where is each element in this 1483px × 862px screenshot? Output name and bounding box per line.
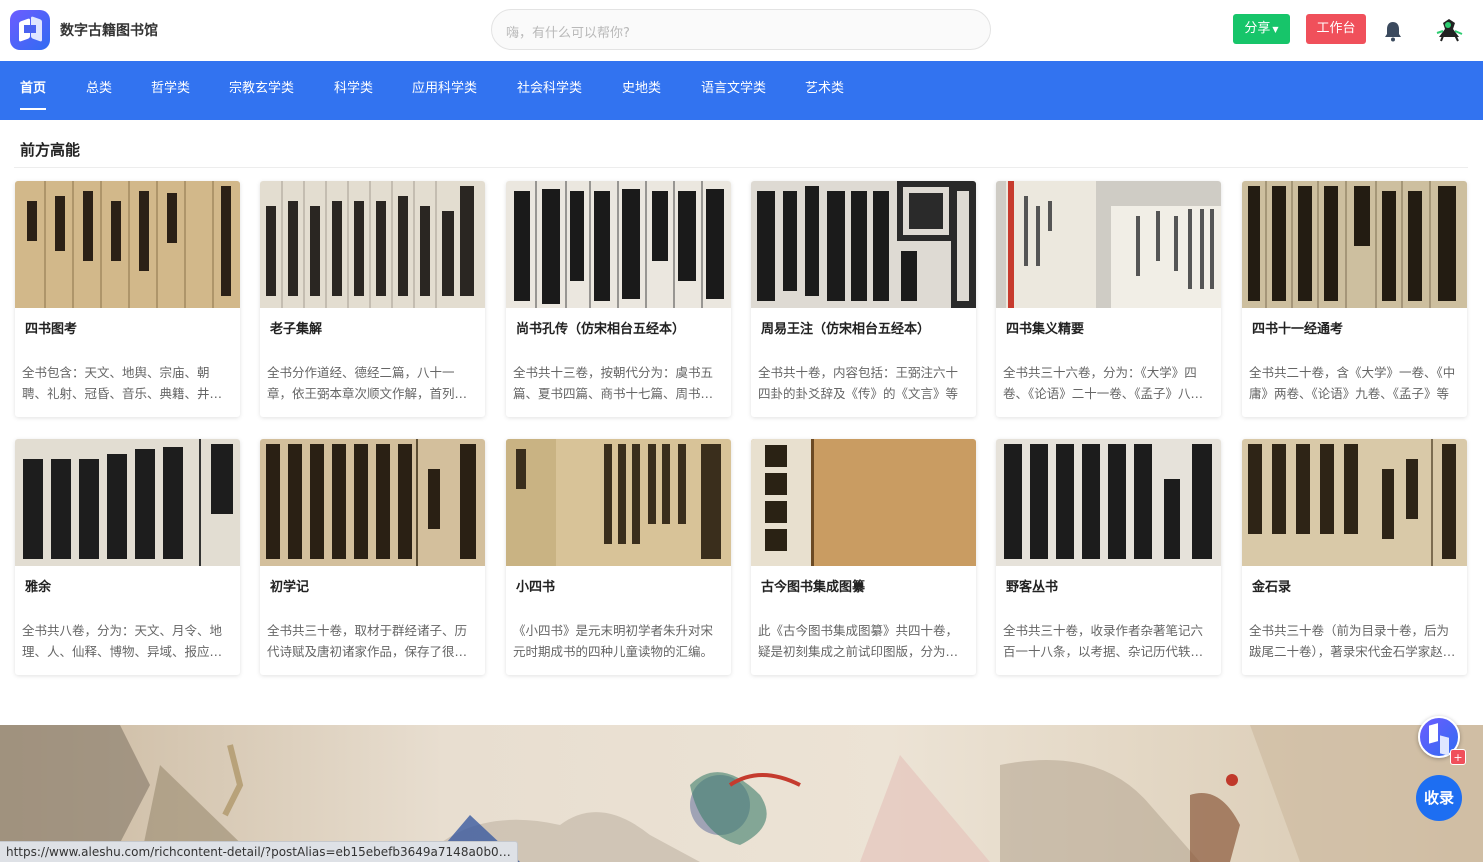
user-avatar[interactable] — [1431, 11, 1467, 47]
bell-icon[interactable] — [1383, 20, 1403, 42]
book-description: 此《古今图书集成图纂》共四十卷，疑是初刻集成之前试印图版，分为多部 — [758, 623, 959, 659]
caret-down-icon: ▼ — [1272, 25, 1279, 34]
book-title: 初学记 — [270, 580, 310, 595]
book-card[interactable]: 野客丛书 全书共三十卷，收录作者杂著笔记六百一十八条，以考据、杂记历代轶事为主 — [996, 439, 1221, 675]
book-description: 全书共三十卷（前为目录十卷，后为跋尾二十卷），著录宋代金石学家赵明诚所藏 — [1249, 623, 1456, 659]
book-title: 野客丛书 — [1006, 580, 1059, 595]
book-cover-image — [260, 439, 485, 566]
nav-item-philosophy[interactable]: 哲学类 — [151, 61, 190, 120]
book-cover-image — [260, 181, 485, 308]
site-logo-icon[interactable] — [10, 10, 50, 50]
book-card[interactable]: 尚书孔传（仿宋相台五经本） 全书共十三卷，按朝代分为：虞书五篇、夏书四篇、商书十… — [506, 181, 731, 417]
book-card[interactable]: 雅余 全书共八卷，分为：天文、月令、地理、人、仙释、博物、异域、报应等部 — [15, 439, 240, 675]
section-divider — [14, 167, 1468, 168]
book-title: 古今图书集成图纂 — [761, 580, 866, 595]
section-title: 前方高能 — [20, 141, 81, 159]
book-card[interactable]: 老子集解 全书分作道经、德经二篇，八十一章，依王弼本章次顺文作解，首列注释 — [260, 181, 485, 417]
site-brand-name[interactable]: 数字古籍图书馆 — [60, 20, 158, 40]
nav-item-social-science[interactable]: 社会科学类 — [517, 61, 582, 120]
book-description: 全书共八卷，分为：天文、月令、地理、人、仙释、博物、异域、报应等部 — [22, 623, 223, 659]
collect-button[interactable]: 收录 — [1416, 775, 1462, 821]
share-button-label: 分享 — [1244, 21, 1271, 36]
book-title: 周易王注（仿宋相台五经本） — [761, 322, 931, 337]
book-cover-image — [15, 181, 240, 308]
book-cover-image — [1242, 181, 1467, 308]
book-card[interactable]: 小四书 《小四书》是元末明初学者朱升对宋元时期成书的四种儿童读物的汇编。 — [506, 439, 731, 675]
plus-icon[interactable]: + — [1450, 749, 1466, 765]
nav-item-language-literature[interactable]: 语言文学类 — [701, 61, 766, 120]
book-title: 金石录 — [1252, 580, 1292, 595]
book-description: 全书包含：天文、地舆、宗庙、朝聘、礼射、冠昏、音乐、典籍、井田、官制等 — [22, 365, 210, 401]
book-cover-image — [751, 439, 976, 566]
book-card[interactable]: 初学记 全书共三十卷，取材于群经诸子、历代诗赋及唐初诸家作品，保存了很多古代典籍 — [260, 439, 485, 675]
book-card[interactable]: 金石录 全书共三十卷（前为目录十卷，后为跋尾二十卷），著录宋代金石学家赵明诚所藏 — [1242, 439, 1467, 675]
book-title: 老子集解 — [270, 322, 323, 337]
book-description: 全书共三十六卷，分为：《大学》四卷、《论语》二十一卷、《孟子》八卷等 — [1003, 365, 1204, 401]
nav-item-religion[interactable]: 宗教玄学类 — [229, 61, 294, 120]
book-cover-image — [751, 181, 976, 308]
nav-item-general[interactable]: 总类 — [86, 61, 112, 120]
book-title: 四书十一经通考 — [1252, 322, 1344, 337]
nav-item-applied-science[interactable]: 应用科学类 — [412, 61, 477, 120]
book-title: 四书图考 — [25, 322, 78, 337]
book-card[interactable]: 四书集义精要 全书共三十六卷，分为：《大学》四卷、《论语》二十一卷、《孟子》八卷… — [996, 181, 1221, 417]
top-header: 数字古籍图书馆 嗨，有什么可以帮你? 分享 ▼ 工作台 — [0, 0, 1483, 61]
book-description: 《小四书》是元末明初学者朱升对宋元时期成书的四种儿童读物的汇编。 — [513, 623, 714, 659]
book-cover-image — [506, 181, 731, 308]
book-card[interactable]: 周易王注（仿宋相台五经本） 全书共十卷，内容包括：王弼注六十四卦的卦爻辞及《传》… — [751, 181, 976, 417]
category-nav: 首页 总类 哲学类 宗教玄学类 科学类 应用科学类 社会科学类 史地类 语言文学… — [0, 61, 1483, 120]
nav-item-science[interactable]: 科学类 — [334, 61, 373, 120]
book-card[interactable]: 四书图考 全书包含：天文、地舆、宗庙、朝聘、礼射、冠昏、音乐、典籍、井田、官制等 — [15, 181, 240, 417]
book-title: 雅余 — [25, 580, 52, 595]
workbench-button[interactable]: 工作台 — [1306, 14, 1366, 44]
book-card[interactable]: 古今图书集成图纂 此《古今图书集成图纂》共四十卷，疑是初刻集成之前试印图版，分为… — [751, 439, 976, 675]
browser-status-url: https://www.aleshu.com/richcontent-detai… — [0, 841, 518, 862]
book-cover-image — [996, 181, 1221, 308]
book-cover-image — [996, 439, 1221, 566]
nav-item-history-geography[interactable]: 史地类 — [622, 61, 661, 120]
nav-item-home[interactable]: 首页 — [20, 61, 47, 120]
book-cover-image — [506, 439, 731, 566]
book-description: 全书分作道经、德经二篇，八十一章，依王弼本章次顺文作解，首列注释 — [267, 365, 468, 401]
book-description: 全书共十卷，内容包括：王弼注六十四卦的卦爻辞及《传》的《文言》等 — [758, 365, 959, 401]
book-cover-image — [15, 439, 240, 566]
share-button[interactable]: 分享 ▼ — [1233, 14, 1290, 44]
nav-item-art[interactable]: 艺术类 — [805, 61, 844, 120]
book-card[interactable]: 四书十一经通考 全书共二十卷，含《大学》一卷、《中庸》两卷、《论语》九卷、《孟子… — [1242, 181, 1467, 417]
book-title: 小四书 — [516, 580, 556, 595]
book-title: 尚书孔传（仿宋相台五经本） — [516, 322, 686, 337]
book-description: 全书共二十卷，含《大学》一卷、《中庸》两卷、《论语》九卷、《孟子》等 — [1249, 365, 1456, 401]
search-input[interactable]: 嗨，有什么可以帮你? — [491, 9, 991, 50]
book-cover-image — [1242, 439, 1467, 566]
book-description: 全书共十三卷，按朝代分为：虞书五篇、夏书四篇、商书十七篇、周书三十二篇 — [513, 365, 714, 401]
book-description: 全书共三十卷，取材于群经诸子、历代诗赋及唐初诸家作品，保存了很多古代典籍 — [267, 623, 468, 659]
book-description: 全书共三十卷，收录作者杂著笔记六百一十八条，以考据、杂记历代轶事为主 — [1003, 623, 1204, 659]
book-title: 四书集义精要 — [1006, 322, 1085, 337]
